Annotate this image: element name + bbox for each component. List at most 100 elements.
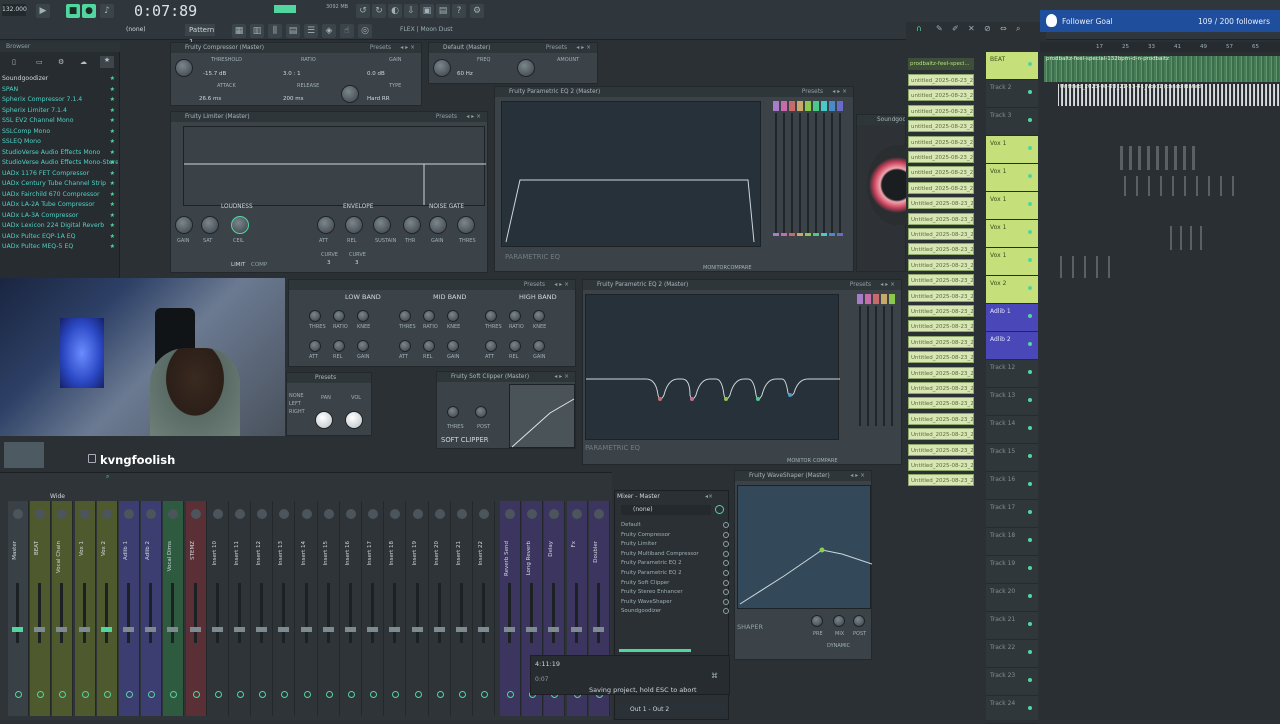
pan-knob[interactable] [35,509,46,519]
mixer-strip[interactable]: Insert 14 [297,501,318,716]
track-mute-led[interactable] [1028,258,1032,262]
pan-knob[interactable] [301,509,312,519]
track-header[interactable]: Track 20 [986,584,1038,612]
fader-cap[interactable] [367,627,379,632]
track-header[interactable]: Track 14 [986,416,1038,444]
peq2-band-sliders[interactable] [857,294,897,444]
vox-take-clips[interactable] [1124,176,1234,196]
multiband-knob[interactable] [509,310,521,322]
compressor-presets[interactable]: Presets [370,43,391,53]
send-knob[interactable] [507,691,514,698]
track-mute-led[interactable] [1028,230,1032,234]
multiband-knob[interactable] [357,310,369,322]
multiband-knob[interactable] [423,310,435,322]
volume-fader[interactable] [238,583,241,643]
mixer-output-select[interactable]: Out 1 - Out 2 [616,704,726,716]
pre-knob[interactable] [811,615,823,627]
fx-slot[interactable]: Fruity Parametric EQ 2 [621,569,729,578]
fader-cap[interactable] [167,627,179,632]
mixer-strip[interactable]: Vocal Chain [52,501,74,716]
fader-cap[interactable] [56,627,68,632]
fader-cap[interactable] [123,627,134,632]
send-knob[interactable] [303,691,311,698]
limiter-knob[interactable] [231,216,249,234]
pan-knob[interactable] [190,509,201,519]
audio-clip-item[interactable]: Untitled_2025-08-23_21 [908,228,974,240]
pan-knob[interactable] [13,509,23,519]
window-controls-icon[interactable]: ◂× [705,493,713,500]
multiband-title-bar[interactable]: Presets ◂▸× [289,280,575,290]
band-slider-track[interactable] [883,306,885,426]
volume-fader[interactable] [215,583,219,643]
browser-item[interactable]: SPAN ★ [2,85,118,95]
track-header[interactable]: Track 18 [986,528,1038,556]
arrangement-area[interactable]: prodbaitz-feel-special-132bpm-d-n-prodba… [1040,52,1280,720]
track-header[interactable]: Track 17 [986,500,1038,528]
band-color-swatch[interactable] [781,101,787,111]
volume-fader[interactable] [371,583,375,643]
vox-take-clips[interactable] [1170,226,1210,250]
volume-fader[interactable] [552,583,556,643]
pattern-selector[interactable]: Pattern 1 [185,24,215,46]
send-knob[interactable] [148,691,156,698]
phase-none-label[interactable]: NONE [289,393,304,399]
track-header[interactable]: Track 15 [986,444,1038,472]
type-knob[interactable] [341,85,359,103]
channel-rack-icon[interactable]: ▥ [250,24,264,38]
mixer-strip[interactable]: Master [8,501,29,716]
limiter-title-bar[interactable]: Fruity Limiter (Master) Presets ◂▸× [171,112,487,122]
pan-knob[interactable] [549,509,560,519]
track-mute-led[interactable] [1028,370,1032,374]
multiband-presets[interactable]: Presets [524,280,545,290]
star-icon[interactable]: ★ [100,56,114,68]
fader-cap[interactable] [12,627,23,632]
browser-item[interactable]: Spherix Limiter 7.1.4 ★ [2,106,118,116]
mixer-strip[interactable]: BEAT [30,501,52,716]
star-icon[interactable]: ★ [110,137,115,147]
audio-clip-item[interactable]: untitled_2025-08-23_21 [908,135,974,148]
band-slider-track[interactable] [867,306,869,426]
phase-right-label[interactable]: RIGHT [289,409,305,415]
fx-slot-toggle[interactable] [723,531,729,538]
fx-slot-toggle[interactable] [723,541,729,548]
touch-icon[interactable]: ☝ [340,24,354,38]
window-controls-icon[interactable]: ◂▸× [554,372,571,382]
send-knob[interactable] [259,691,267,698]
audio-clip-item[interactable]: Untitled_2025-08-23_21 [908,351,974,364]
vol-knob[interactable] [345,411,363,429]
download-icon[interactable]: ⇩ [404,4,418,18]
peq2-band-node[interactable] [788,393,792,397]
post-knob[interactable] [853,615,865,627]
multiband-knob[interactable] [485,340,497,352]
default-title-bar[interactable]: Default (Master) Presets ◂▸× [429,43,597,53]
send-knob[interactable] [481,691,489,698]
paint-icon[interactable]: ✐ [952,24,959,33]
audio-clip-item[interactable]: Untitled_2025-08-23_21 [908,335,974,348]
window-controls-icon[interactable]: ◂▸× [400,43,417,53]
audio-clip-item[interactable]: Untitled_2025-08-23_21 [908,197,974,210]
pan-knob[interactable] [368,509,379,519]
peq1-graph[interactable] [501,101,761,247]
track-header[interactable]: Vox 1 [986,248,1038,276]
star-icon[interactable]: ★ [110,74,115,84]
track-mute-led[interactable] [1028,706,1032,710]
mixer-strip[interactable]: Insert 12 [252,501,274,716]
send-knob[interactable] [214,691,222,698]
zoom-icon[interactable]: ⌕ [1016,24,1020,34]
peq2-band-node[interactable] [690,397,694,401]
curve-value-2[interactable]: 3 [355,260,359,266]
metronome-icon[interactable]: ♪ [100,4,114,18]
close-icon[interactable]: ⌘ [711,672,718,680]
pan-knob[interactable] [101,509,112,519]
track-mute-led[interactable] [1028,118,1032,122]
mic-icon[interactable]: ◐ [388,4,402,18]
browser-item[interactable]: UADx 1176 FET Compressor ★ [2,169,118,179]
fader-cap[interactable] [34,627,46,632]
band-slider-track[interactable] [775,113,777,233]
volume-fader[interactable] [415,583,419,643]
fx-slot[interactable]: Fruity Soft Clipper [621,579,729,588]
audio-clip-item[interactable]: untitled_2025-08-23_21 [908,181,974,194]
band-color-swatch[interactable] [773,101,779,111]
track-header[interactable]: Adlib 2 [986,332,1038,360]
browser-item[interactable]: UADx Century Tube Channel Strip ★ [2,179,118,189]
